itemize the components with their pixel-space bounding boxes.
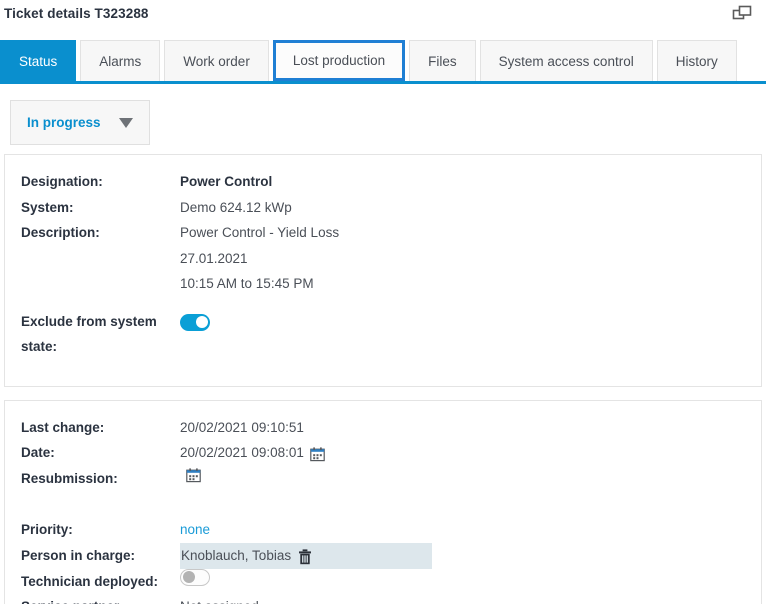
tab-work-order[interactable]: Work order xyxy=(164,40,269,81)
system-label: System: xyxy=(21,199,74,215)
description-line-3: 10:15 AM to 15:45 PM xyxy=(180,276,314,291)
row-description: Description: Power Control - Yield Loss … xyxy=(5,220,761,297)
resubmission-label: Resubmission: xyxy=(21,470,118,486)
ticket-details-panel: Designation: Power Control System: Demo … xyxy=(4,154,762,387)
description-line-2: 27.01.2021 xyxy=(180,250,248,266)
person-in-charge-value-wrap: Knoblauch, Tobias xyxy=(180,542,432,569)
resubmission-value-wrap xyxy=(180,466,201,482)
tab-bar: Status Alarms Work order Lost production Fil… xyxy=(0,40,766,84)
copy-duplicate-icon[interactable] xyxy=(732,4,754,24)
exclude-from-system-state-toggle[interactable] xyxy=(180,313,210,331)
technician-deployed-label: Technician deployed: xyxy=(21,573,159,589)
status-dropdown[interactable]: In progress xyxy=(10,100,150,145)
tab-lost-production[interactable]: Lost production xyxy=(272,40,406,81)
last-change-label: Last change: xyxy=(21,419,105,435)
row-service-partner: Service partner: Not assigned xyxy=(5,594,761,604)
description-line-1: Power Control - Yield Loss xyxy=(180,225,340,240)
page-header: Ticket details T323288 xyxy=(0,0,766,40)
date-value: 20/02/2021 09:08:01 xyxy=(180,445,304,460)
row-priority: Priority: none xyxy=(5,517,761,543)
row-technician-deployed: Technician deployed: xyxy=(5,568,761,595)
priority-value-wrap: none xyxy=(180,517,210,543)
page-title: Ticket details T323288 xyxy=(4,6,149,21)
ticket-meta-panel: Last change: 20/02/2021 09:10:51 Date: 2… xyxy=(4,399,762,604)
toggle-knob xyxy=(195,316,208,328)
person-in-charge-name: Knoblauch, Tobias xyxy=(181,547,292,563)
person-in-charge-chip[interactable]: Knoblauch, Tobias xyxy=(180,542,432,569)
description-value: Power Control - Yield Loss 27.01.2021 10… xyxy=(180,220,339,297)
designation-value: Power Control xyxy=(180,174,273,189)
row-resubmission: Resubmission: xyxy=(5,466,761,492)
chevron-down-icon xyxy=(118,117,133,128)
status-zone: In progress xyxy=(0,84,766,154)
calendar-icon[interactable] xyxy=(310,445,325,462)
exclude-label-line-2: state: xyxy=(21,339,58,354)
calendar-icon[interactable] xyxy=(186,466,201,482)
tab-alarms[interactable]: Alarms xyxy=(80,40,161,81)
last-change-value: 20/02/2021 09:10:51 xyxy=(180,419,304,435)
tab-status[interactable]: Status xyxy=(0,40,77,81)
exclude-from-system-state-label: Exclude from system state: xyxy=(21,309,180,360)
service-partner-label: Service partner: xyxy=(21,594,180,604)
date-label: Date: xyxy=(21,445,55,460)
priority-value-link[interactable]: none xyxy=(180,517,210,543)
row-system: System: Demo 624.12 kWp xyxy=(5,195,761,221)
service-partner-value: Not assigned xyxy=(180,594,259,604)
exclude-label-line-1: Exclude from system xyxy=(21,313,157,329)
person-in-charge-label: Person in charge: xyxy=(21,547,136,563)
designation-label: Designation: xyxy=(21,174,103,189)
date-value-wrap: 20/02/2021 09:08:01 xyxy=(180,440,325,466)
tab-history[interactable]: History xyxy=(656,40,737,81)
toggle-knob xyxy=(183,571,195,583)
exclude-value xyxy=(180,309,210,331)
tab-system-access-control[interactable]: System access control xyxy=(479,40,653,81)
row-designation: Designation: Power Control xyxy=(5,169,761,195)
priority-label: Priority: xyxy=(21,522,73,537)
row-date: Date: 20/02/2021 09:08:01 xyxy=(5,440,761,466)
technician-deployed-value-wrap xyxy=(180,568,210,586)
row-exclude-from-system-state: Exclude from system state: xyxy=(5,309,761,360)
technician-deployed-toggle[interactable] xyxy=(180,568,210,586)
trash-icon[interactable] xyxy=(298,548,312,564)
tab-files[interactable]: Files xyxy=(409,40,476,81)
description-label: Description: xyxy=(21,225,100,240)
row-last-change: Last change: 20/02/2021 09:10:51 xyxy=(5,415,761,441)
row-person-in-charge: Person in charge: Knoblauch, Tobias xyxy=(5,542,761,569)
status-dropdown-value: In progress xyxy=(27,115,101,130)
system-value: Demo 624.12 kWp xyxy=(180,199,292,215)
